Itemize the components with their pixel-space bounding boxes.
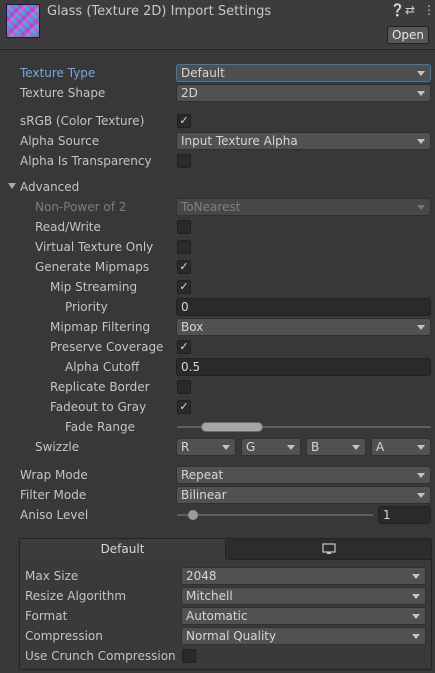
compression-dropdown[interactable]: Normal Quality [181, 627, 426, 645]
virtual-texture-only-label: Virtual Texture Only [35, 240, 154, 254]
help-icon[interactable]: ❔ [390, 3, 405, 17]
texture-thumbnail [6, 4, 40, 38]
resize-algorithm-value: Mitchell [186, 589, 233, 603]
swizzle-label: Swizzle [35, 440, 80, 454]
generate-mipmaps-label: Generate Mipmaps [35, 260, 150, 274]
fade-range-label: Fade Range [65, 420, 136, 434]
inspector-header: Glass (Texture 2D) Import Settings ❔ ⇄ ⋮… [0, 0, 435, 50]
use-crunch-compression-label: Use Crunch Compression [25, 649, 176, 663]
mipmap-filtering-label: Mipmap Filtering [50, 320, 151, 334]
chevron-down-icon [417, 71, 425, 76]
alpha-source-dropdown[interactable]: Input Texture Alpha [176, 132, 431, 150]
priority-label: Priority [65, 300, 108, 314]
aniso-level-knob[interactable] [188, 510, 198, 520]
alpha-source-value: Input Texture Alpha [181, 134, 298, 148]
chevron-down-icon [417, 205, 425, 210]
format-label: Format [25, 609, 68, 623]
chevron-down-icon [417, 493, 425, 498]
format-dropdown[interactable]: Automatic [181, 607, 426, 625]
advanced-foldout[interactable]: Advanced [20, 180, 79, 194]
chevron-down-icon [352, 445, 360, 450]
wrap-mode-label: Wrap Mode [20, 468, 88, 482]
fadeout-to-gray-checkbox[interactable]: ✓ [177, 400, 191, 414]
chevron-down-icon [417, 325, 425, 330]
chevron-down-icon [412, 614, 420, 619]
alpha-cutoff-label: Alpha Cutoff [65, 360, 140, 374]
max-size-label: Max Size [25, 569, 79, 583]
swizzle-g-dropdown[interactable]: G [241, 438, 301, 456]
fade-range-handle[interactable] [201, 422, 263, 432]
mip-streaming-checkbox[interactable]: ✓ [177, 280, 191, 294]
swizzle-b-value: B [311, 440, 320, 454]
texture-type-label: Texture Type [20, 66, 96, 80]
tab-pc-standalone[interactable] [227, 539, 431, 560]
filter-mode-dropdown[interactable]: Bilinear [176, 486, 431, 504]
srgb-checkbox[interactable]: ✓ [177, 114, 191, 128]
preserve-coverage-label: Preserve Coverage [50, 340, 164, 354]
virtual-texture-only-checkbox[interactable] [177, 240, 191, 254]
swizzle-r-dropdown[interactable]: R [176, 438, 236, 456]
chevron-down-icon [417, 91, 425, 96]
texture-shape-label: Texture Shape [20, 86, 106, 100]
preserve-coverage-checkbox[interactable]: ✓ [177, 340, 191, 354]
swizzle-r-value: R [181, 440, 190, 454]
filter-mode-label: Filter Mode [20, 488, 87, 502]
texture-type-value: Default [181, 66, 225, 80]
chevron-down-icon [412, 634, 420, 639]
replicate-border-label: Replicate Border [50, 380, 150, 394]
open-button[interactable]: Open [387, 26, 429, 44]
non-power-of-2-value: ToNearest [181, 200, 241, 214]
resize-algorithm-dropdown[interactable]: Mitchell [181, 587, 426, 605]
tab-default[interactable]: Default [20, 539, 226, 560]
chevron-down-icon [417, 473, 425, 478]
filter-mode-value: Bilinear [181, 488, 227, 502]
read-write-label: Read/Write [35, 220, 101, 234]
aniso-level-label: Aniso Level [20, 508, 89, 522]
swizzle-b-dropdown[interactable]: B [306, 438, 366, 456]
aniso-level-field[interactable]: 1 [378, 506, 431, 524]
mipmap-filtering-value: Box [181, 320, 204, 334]
texture-shape-value: 2D [181, 86, 198, 100]
aniso-level-slider[interactable] [177, 514, 373, 516]
inspector-title: Glass (Texture 2D) Import Settings [47, 4, 272, 19]
generate-mipmaps-checkbox[interactable]: ✓ [177, 260, 191, 274]
mip-streaming-label: Mip Streaming [50, 280, 138, 294]
chevron-down-icon [412, 594, 420, 599]
chevron-down-icon [287, 445, 295, 450]
max-size-value: 2048 [186, 569, 217, 583]
srgb-label: sRGB (Color Texture) [20, 114, 145, 128]
alpha-is-transparency-checkbox[interactable] [177, 154, 191, 168]
texture-type-dropdown[interactable]: Default [176, 64, 431, 82]
format-value: Automatic [186, 609, 248, 623]
resize-algorithm-label: Resize Algorithm [25, 589, 127, 603]
wrap-mode-dropdown[interactable]: Repeat [176, 466, 431, 484]
chevron-down-icon [417, 139, 425, 144]
chevron-down-icon [417, 445, 425, 450]
texture-shape-dropdown[interactable]: 2D [176, 84, 431, 102]
use-crunch-compression-checkbox[interactable] [182, 649, 196, 663]
priority-field[interactable]: 0 [176, 298, 431, 316]
mipmap-filtering-dropdown[interactable]: Box [176, 318, 431, 336]
compression-label: Compression [25, 629, 103, 643]
fadeout-to-gray-label: Fadeout to Gray [50, 400, 147, 414]
max-size-dropdown[interactable]: 2048 [181, 567, 426, 585]
chevron-down-icon [412, 574, 420, 579]
chevron-down-icon [222, 445, 230, 450]
monitor-icon [322, 543, 336, 554]
presets-icon[interactable]: ⇄ [405, 3, 415, 17]
non-power-of-2-dropdown: ToNearest [176, 198, 431, 216]
foldout-expanded-icon[interactable] [8, 183, 16, 189]
alpha-cutoff-field[interactable]: 0.5 [176, 358, 431, 376]
read-write-checkbox[interactable] [177, 220, 191, 234]
kebab-menu-icon[interactable]: ⋮ [423, 3, 435, 17]
swizzle-a-value: A [376, 440, 385, 454]
swizzle-g-value: G [246, 440, 256, 454]
wrap-mode-value: Repeat [181, 468, 224, 482]
non-power-of-2-label: Non-Power of 2 [35, 200, 127, 214]
replicate-border-checkbox[interactable] [177, 380, 191, 394]
swizzle-a-dropdown[interactable]: A [371, 438, 431, 456]
compression-value: Normal Quality [186, 629, 277, 643]
alpha-source-label: Alpha Source [20, 134, 100, 148]
alpha-is-transparency-label: Alpha Is Transparency [20, 154, 152, 168]
